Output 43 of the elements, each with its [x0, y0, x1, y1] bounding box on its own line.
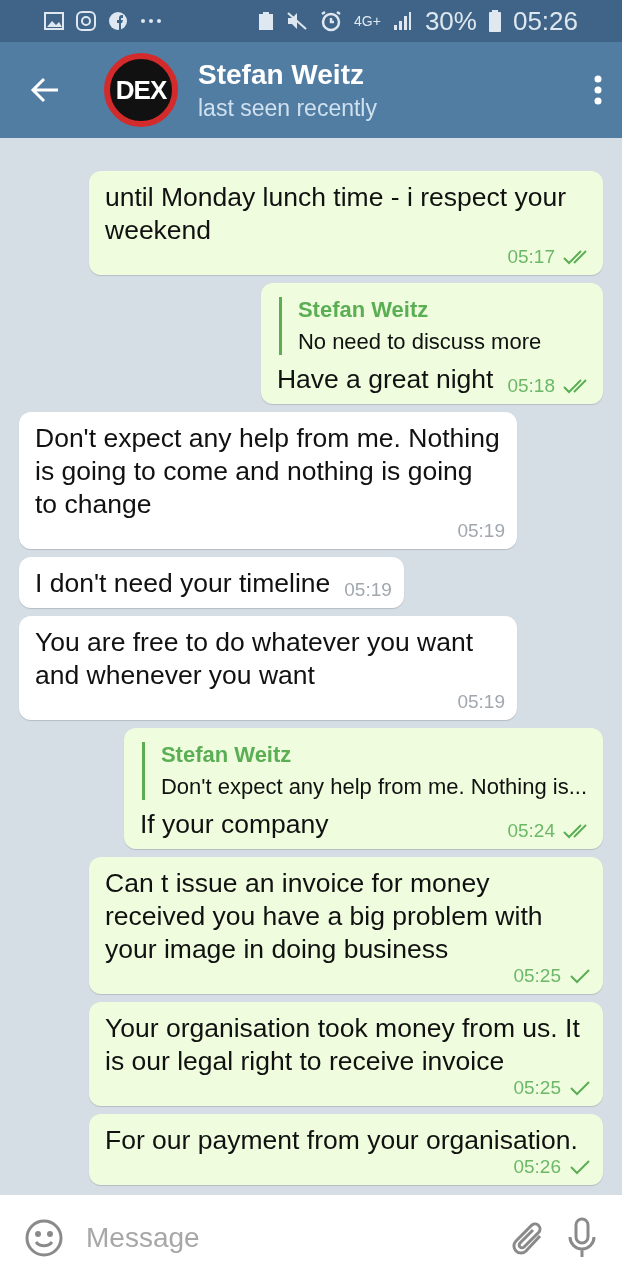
message-time: 05:19: [457, 521, 505, 541]
message-text: Have a great night: [276, 363, 494, 396]
reply-text: No need to discuss more: [297, 329, 543, 355]
circle-f-icon: [108, 11, 128, 31]
menu-icon[interactable]: [594, 75, 602, 105]
battery-percent: 30%: [424, 5, 477, 37]
mute-icon: [286, 11, 308, 31]
last-seen-status: last seen recently: [198, 94, 378, 122]
network-type: 4G+: [354, 13, 381, 29]
back-icon[interactable]: [30, 77, 60, 103]
check-icon: [569, 1080, 591, 1096]
gallery-icon: [44, 12, 64, 30]
contact-name: Stefan Weitz: [198, 58, 365, 91]
message-text: For our payment from your organisation.: [105, 1124, 578, 1157]
battery-icon: [488, 10, 501, 32]
message-text: I don't need your timeline: [35, 567, 331, 600]
more-icon: [140, 18, 162, 24]
message-time: 05:25: [513, 1078, 561, 1098]
message-time: 05:18: [507, 376, 555, 396]
message-time: 05:25: [513, 966, 561, 986]
message-text: Don't expect any help from me. Nothing is going to come and nothing is going to change: [35, 422, 501, 521]
message-text: until Monday lunch time - i respect your weekend: [105, 181, 567, 247]
message-time: 05:17: [507, 247, 555, 267]
message-time: 05:19: [457, 692, 505, 712]
camera-icon: [76, 11, 96, 31]
message-time: 05:26: [513, 1157, 561, 1177]
message-time: 05:24: [507, 821, 555, 841]
emoji-icon[interactable]: [24, 1217, 64, 1258]
message-text: You are free to do whatever you want and whenever you want: [35, 626, 475, 692]
microphone-icon[interactable]: [566, 1216, 598, 1259]
message-text: Can t issue an invoice for money received you have a big problem with your image in doing business: [105, 867, 544, 966]
message-text: If your company: [139, 808, 329, 841]
clock: 05:26: [512, 5, 578, 37]
reply-author: Stefan Weitz: [160, 742, 293, 768]
alarm-icon: [320, 10, 342, 32]
message-text: Your organisation took money from us. It is our legal right to receive invoice: [105, 1012, 581, 1078]
check-icon: [569, 1159, 591, 1175]
avatar[interactable]: DEX: [104, 53, 178, 127]
message-time: 05:19: [344, 580, 392, 600]
reply-text: Don't expect any help from me. Nothing is...: [160, 774, 587, 800]
check-icon: [569, 968, 591, 984]
signal-icon: [392, 11, 413, 31]
reply-author: Stefan Weitz: [297, 297, 430, 323]
